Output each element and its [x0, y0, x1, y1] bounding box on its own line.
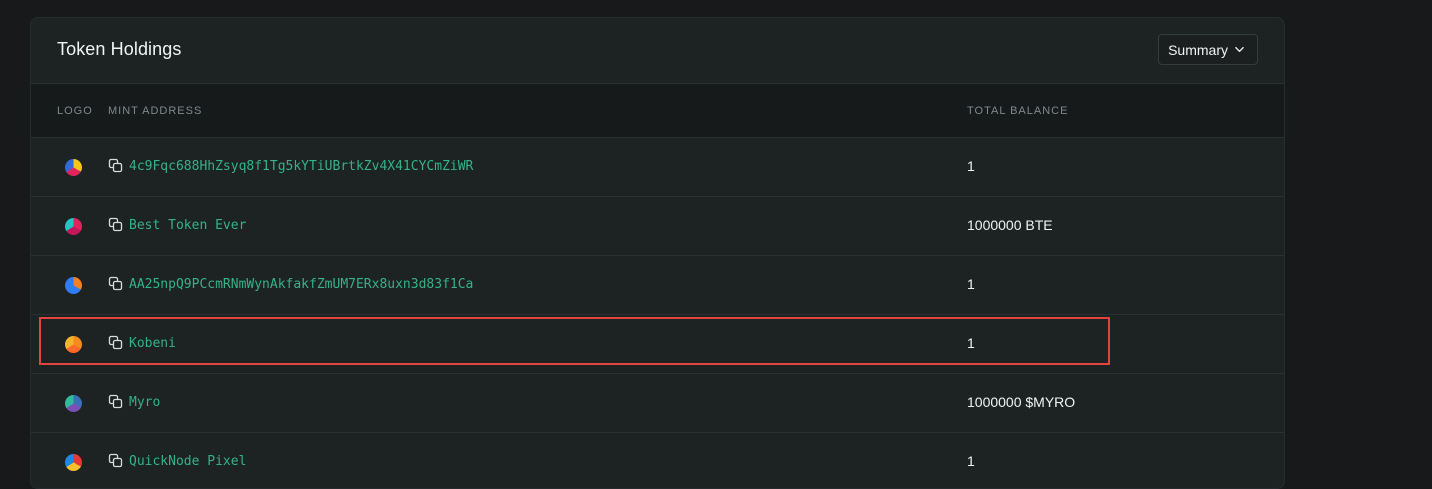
total-balance: 1 [967, 335, 975, 351]
token-logo-image [65, 218, 82, 235]
chevron-down-icon [1235, 46, 1244, 53]
column-header-total-balance: TOTAL BALANCE [967, 105, 1069, 117]
token-logo [65, 277, 82, 294]
token-logo [65, 218, 82, 235]
column-header-mint-address: MINT ADDRESS [108, 105, 203, 117]
copy-icon[interactable] [108, 217, 123, 232]
token-logo-image [65, 336, 82, 353]
card-title: Token Holdings [57, 39, 182, 59]
copy-icon[interactable] [108, 394, 123, 409]
table-body: 4c9Fqc688HhZsyq8f1Tg5kYTiUBrtkZv4X41CYCm… [31, 138, 1284, 488]
copy-icon[interactable] [108, 276, 123, 291]
column-header-logo: LOGO [57, 105, 93, 117]
total-balance: 1 [967, 158, 975, 174]
table-row: AA25npQ9PCcmRNmWynAkfakfZmUM7ERx8uxn3d83… [31, 256, 1284, 315]
copy-icon[interactable] [108, 158, 123, 173]
token-logo-image [65, 277, 82, 294]
table-row: Myro 1000000 $MYRO [31, 374, 1284, 433]
table-header: LOGO MINT ADDRESS TOTAL BALANCE [31, 84, 1284, 138]
token-logo [65, 336, 82, 353]
token-holdings-card: Token Holdings Summary LOGO MINT ADDRESS… [30, 17, 1285, 489]
total-balance: 1 [967, 453, 975, 469]
summary-dropdown[interactable]: Summary [1158, 34, 1258, 65]
total-balance: 1000000 BTE [967, 217, 1053, 233]
table-row: Best Token Ever 1000000 BTE [31, 197, 1284, 256]
copy-icon[interactable] [108, 453, 123, 468]
summary-dropdown-label: Summary [1168, 41, 1228, 58]
table-row: 4c9Fqc688HhZsyq8f1Tg5kYTiUBrtkZv4X41CYCm… [31, 138, 1284, 197]
token-logo [65, 159, 82, 176]
mint-address-link[interactable]: Best Token Ever [129, 218, 246, 233]
table-row: Kobeni 1 [31, 315, 1284, 374]
mint-address-link[interactable]: 4c9Fqc688HhZsyq8f1Tg5kYTiUBrtkZv4X41CYCm… [129, 159, 473, 174]
total-balance: 1000000 $MYRO [967, 394, 1076, 410]
mint-address-link[interactable]: Kobeni [129, 336, 176, 351]
mint-address-link[interactable]: AA25npQ9PCcmRNmWynAkfakfZmUM7ERx8uxn3d83… [129, 277, 473, 292]
card-header: Token Holdings Summary [31, 18, 1284, 84]
token-logo [65, 454, 82, 471]
table-row: QuickNode Pixel 1 [31, 433, 1284, 488]
mint-address-link[interactable]: QuickNode Pixel [129, 454, 246, 469]
token-logo-image [65, 395, 82, 412]
total-balance: 1 [967, 276, 975, 292]
mint-address-link[interactable]: Myro [129, 395, 160, 410]
token-logo-image [65, 454, 82, 471]
copy-icon[interactable] [108, 335, 123, 350]
token-logo [65, 395, 82, 412]
token-logo-image [65, 159, 82, 176]
